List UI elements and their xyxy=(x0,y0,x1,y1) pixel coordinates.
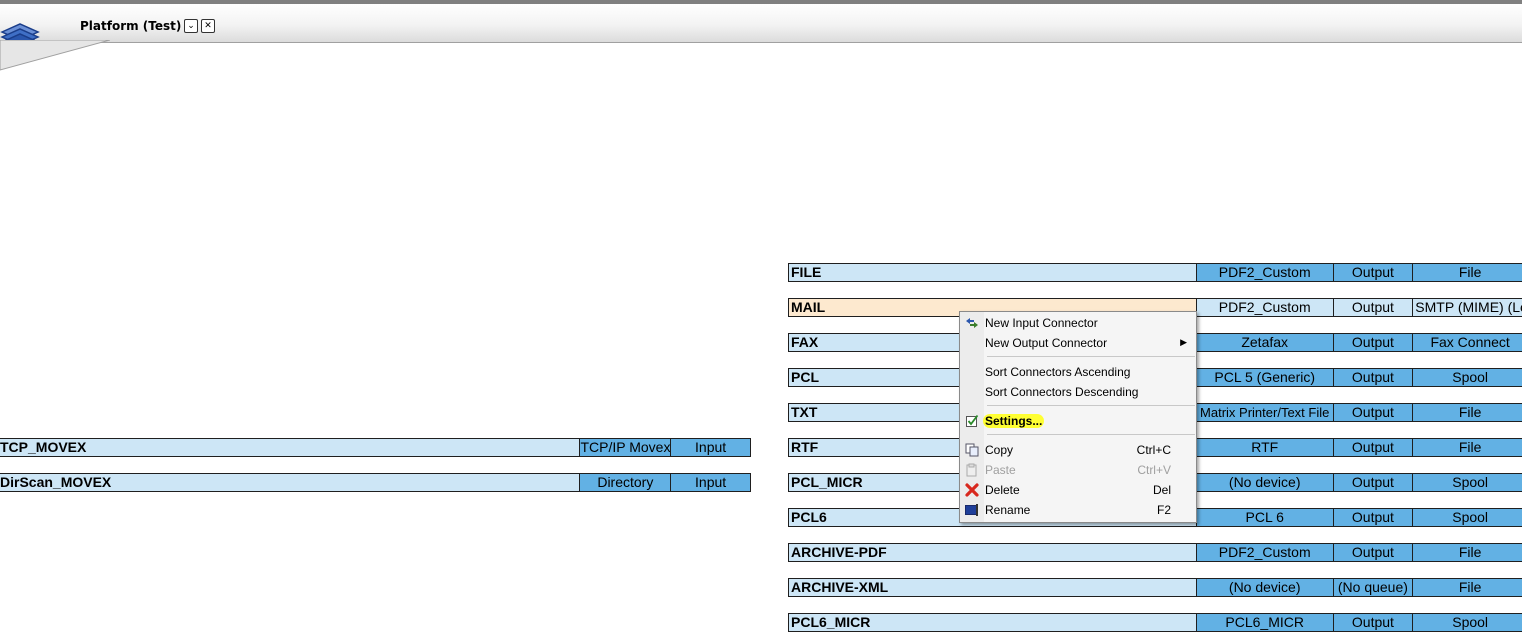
connector-name: PCL6_MICR xyxy=(789,614,1196,631)
delete-icon xyxy=(965,483,979,497)
menu-item-label: Settings... xyxy=(983,414,1045,428)
connector-type: File xyxy=(1412,439,1522,456)
connector-device: PCL6_MICR xyxy=(1195,614,1333,631)
menu-item-shortcut: Ctrl+C xyxy=(1136,443,1171,457)
menu-separator xyxy=(987,434,1195,435)
rename-item[interactable]: Rename F2 xyxy=(961,500,1195,520)
connector-queue: Output xyxy=(1332,439,1413,456)
menu-item-shortcut: Del xyxy=(1152,483,1171,497)
connector-type: Fax Connect xyxy=(1412,334,1522,351)
connector-queue: (No queue) xyxy=(1332,579,1413,596)
close-icon[interactable]: ✕ xyxy=(201,19,215,33)
paste-item[interactable]: Paste Ctrl+V xyxy=(961,460,1195,480)
copy-item[interactable]: Copy Ctrl+C xyxy=(961,440,1195,460)
connector-device: Zetafax xyxy=(1195,334,1333,351)
connector-device: Matrix Printer/Text File xyxy=(1195,404,1333,421)
connector-type: Spool xyxy=(1412,509,1522,526)
sort-connectors-ascending-item[interactable]: Sort Connectors Ascending xyxy=(961,362,1195,382)
menu-item-label: Rename xyxy=(985,503,1031,517)
connector-device: TCP/IP Movex xyxy=(579,439,671,456)
header-tab-shape xyxy=(0,40,110,71)
connector-direction: Input xyxy=(670,474,751,491)
connector-row-file[interactable]: FILE PDF2_Custom Output File xyxy=(788,263,1522,282)
menu-separator xyxy=(987,405,1195,406)
connector-queue: Output xyxy=(1332,369,1413,386)
connector-device: (No device) xyxy=(1195,474,1333,491)
menu-item-label: Delete xyxy=(985,483,1020,497)
menu-item-label: Sort Connectors Descending xyxy=(985,385,1139,399)
connector-device: PDF2_Custom xyxy=(1195,299,1333,316)
connector-type: File xyxy=(1412,404,1522,421)
settings-icon xyxy=(966,414,979,427)
connector-name: TCP_MOVEX xyxy=(0,439,580,456)
menu-item-label: New Output Connector xyxy=(985,336,1108,350)
connector-device: PCL 5 (Generic) xyxy=(1195,369,1333,386)
connector-type: SMTP (MIME) (Le xyxy=(1412,299,1522,316)
connector-queue: Output xyxy=(1332,264,1413,281)
connector-row-tcp-movex[interactable]: TCP_MOVEX TCP/IP Movex Input xyxy=(0,438,751,457)
delete-item[interactable]: Delete Del xyxy=(961,480,1195,500)
connector-device: PCL 6 xyxy=(1195,509,1333,526)
connector-name: FILE xyxy=(789,264,1196,281)
connector-row-archive-pdf[interactable]: ARCHIVE-PDF PDF2_Custom Output File xyxy=(788,543,1522,562)
sort-connectors-descending-item[interactable]: Sort Connectors Descending xyxy=(961,382,1195,402)
connector-row-pcl6-micr[interactable]: PCL6_MICR PCL6_MICR Output Spool xyxy=(788,613,1522,632)
connector-name: ARCHIVE-PDF xyxy=(789,544,1196,561)
menu-item-label: Paste xyxy=(985,463,1016,477)
connector-queue: Output xyxy=(1332,509,1413,526)
connector-device: (No device) xyxy=(1195,579,1333,596)
menu-item-label: Sort Connectors Ascending xyxy=(985,365,1131,379)
connector-queue: Output xyxy=(1332,614,1413,631)
connector-type: Spool xyxy=(1412,369,1522,386)
copy-icon xyxy=(965,443,979,457)
connector-device: PDF2_Custom xyxy=(1195,544,1333,561)
connector-device: PDF2_Custom xyxy=(1195,264,1333,281)
menu-separator xyxy=(987,356,1195,357)
connector-direction: Input xyxy=(670,439,751,456)
new-connector-icon xyxy=(966,318,978,328)
rename-icon xyxy=(965,504,978,516)
connector-queue: Output xyxy=(1332,299,1413,316)
menu-item-shortcut: Ctrl+V xyxy=(1137,463,1171,477)
connector-queue: Output xyxy=(1332,334,1413,351)
connector-row-dirscan-movex[interactable]: DirScan_MOVEX Directory Input xyxy=(0,473,751,492)
new-input-connector-item[interactable]: New Input Connector xyxy=(961,313,1195,333)
menu-item-shortcut: F2 xyxy=(1156,503,1171,517)
connector-device: RTF xyxy=(1195,439,1333,456)
connector-type: Spool xyxy=(1412,614,1522,631)
connector-row-archive-xml[interactable]: ARCHIVE-XML (No device) (No queue) File xyxy=(788,578,1522,597)
context-menu: New Input Connector New Output Connector… xyxy=(959,311,1197,523)
new-output-connector-item[interactable]: New Output Connector ▶ xyxy=(961,333,1195,353)
menu-item-label: Copy xyxy=(985,443,1014,457)
paste-icon xyxy=(966,463,977,477)
connector-name: DirScan_MOVEX xyxy=(0,474,580,491)
submenu-arrow-icon: ▶ xyxy=(1180,337,1187,347)
connector-device: Directory xyxy=(579,474,671,491)
connector-queue: Output xyxy=(1332,404,1413,421)
chevron-down-icon[interactable]: ⌄ xyxy=(184,19,198,33)
connector-type: Spool xyxy=(1412,474,1522,491)
platform-header: Platform (Test) ⌄ ✕ xyxy=(0,4,1522,51)
connector-type: File xyxy=(1412,544,1522,561)
menu-item-label: New Input Connector xyxy=(985,316,1098,330)
connector-type: File xyxy=(1412,264,1522,281)
connector-queue: Output xyxy=(1332,544,1413,561)
settings-item[interactable]: Settings... xyxy=(961,411,1195,431)
connector-type: File xyxy=(1412,579,1522,596)
connector-name: ARCHIVE-XML xyxy=(789,579,1196,596)
connector-queue: Output xyxy=(1332,474,1413,491)
platform-title: Platform (Test) xyxy=(80,19,182,33)
